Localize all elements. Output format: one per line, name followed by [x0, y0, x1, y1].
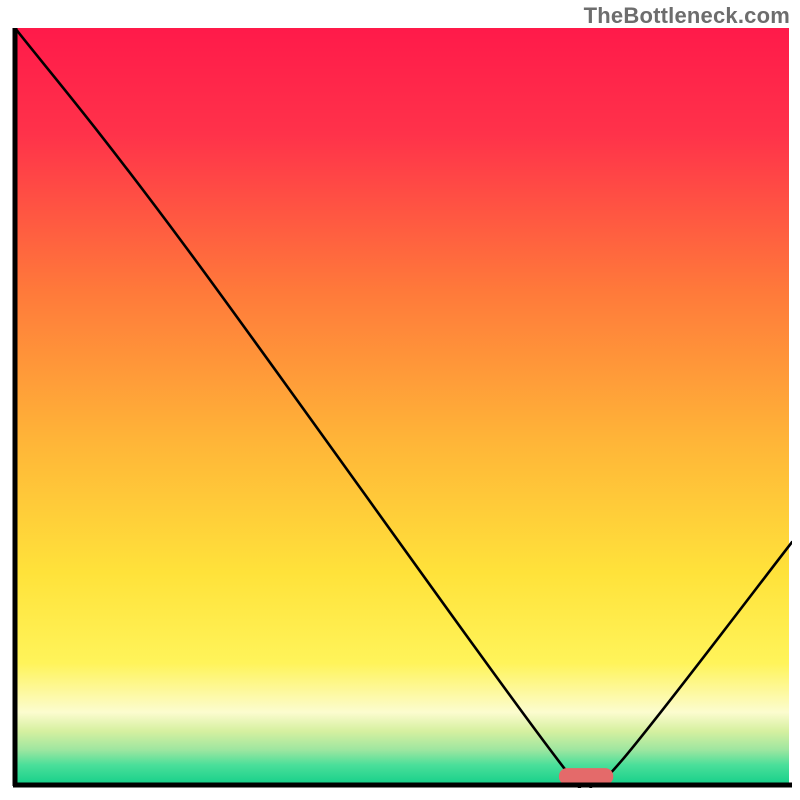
watermark-label: TheBottleneck.com	[584, 3, 790, 29]
chart-svg	[12, 28, 792, 788]
gradient-background	[15, 28, 789, 784]
minimum-marker	[559, 768, 613, 785]
chart-plot	[12, 28, 792, 788]
figure-frame: TheBottleneck.com	[0, 0, 800, 800]
